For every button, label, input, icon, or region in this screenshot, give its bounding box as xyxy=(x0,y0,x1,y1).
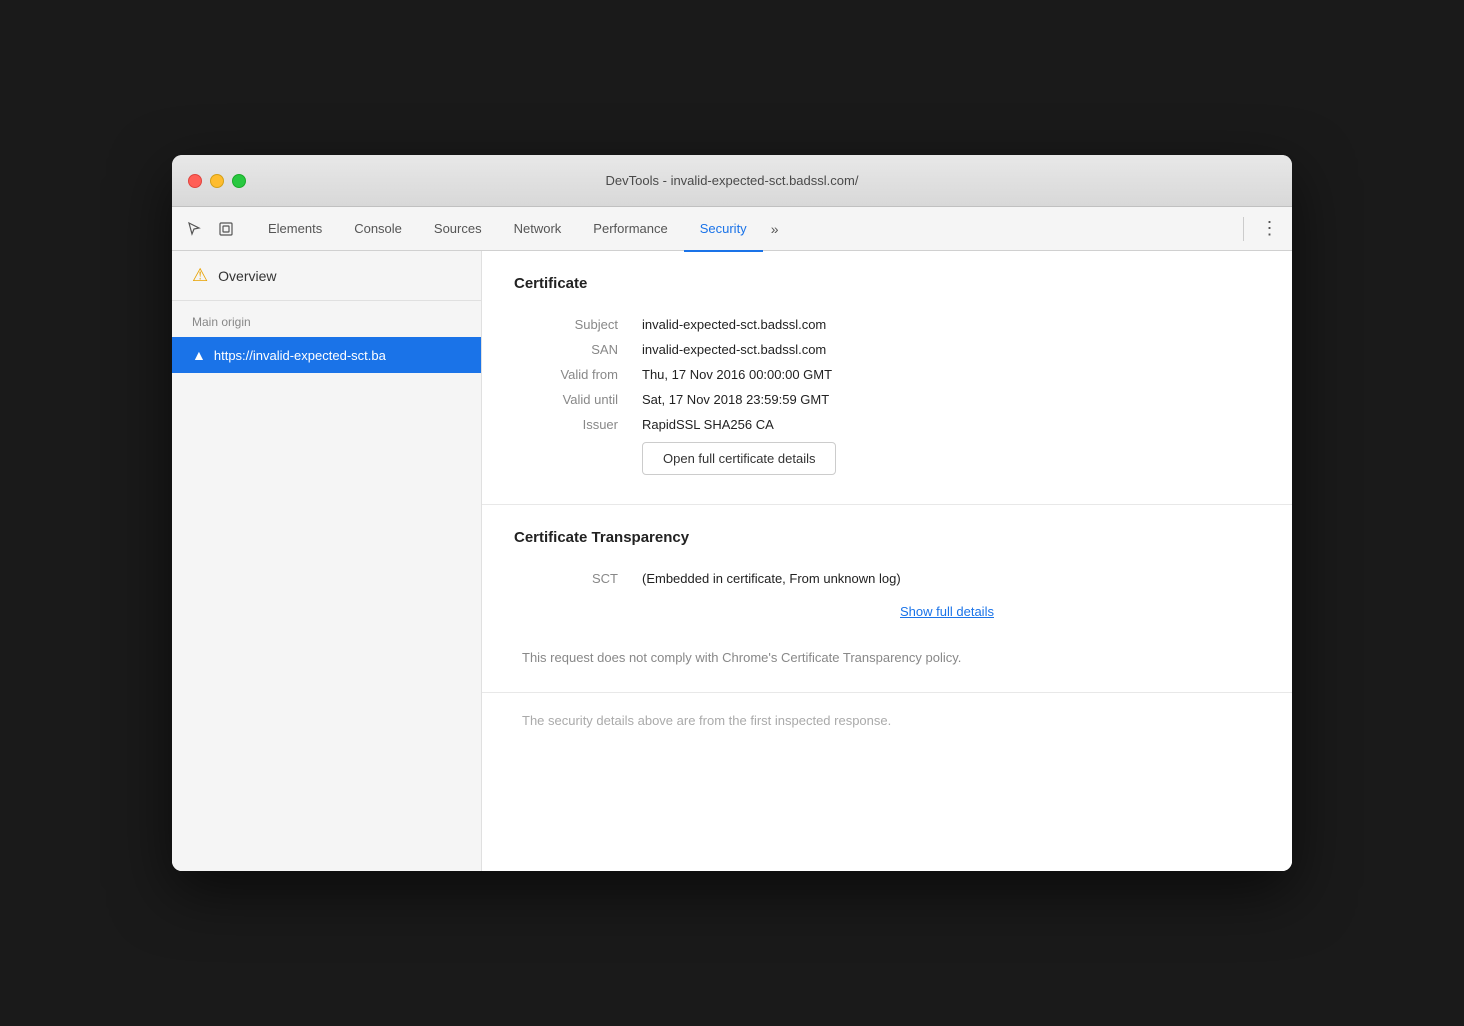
origin-url: https://invalid-expected-sct.ba xyxy=(214,348,386,363)
window-title: DevTools - invalid-expected-sct.badssl.c… xyxy=(606,173,859,188)
footer-section: The security details above are from the … xyxy=(482,693,1292,748)
sct-value: (Embedded in certificate, From unknown l… xyxy=(634,566,1260,591)
transparency-section: Certificate Transparency SCT (Embedded i… xyxy=(482,505,1292,693)
table-row: Show full details xyxy=(514,591,1260,636)
table-row: Open full certificate details xyxy=(514,437,1260,480)
table-row: SCT (Embedded in certificate, From unkno… xyxy=(514,566,1260,591)
certificate-table: Subject invalid-expected-sct.badssl.com … xyxy=(514,312,1260,480)
ct-warning-text: This request does not comply with Chrome… xyxy=(514,648,1260,668)
cert-san-value: invalid-expected-sct.badssl.com xyxy=(634,337,1260,362)
cursor-icon[interactable] xyxy=(180,215,208,243)
layers-icon[interactable] xyxy=(212,215,240,243)
show-full-details-cell: Show full details xyxy=(634,591,1260,636)
main-origin-label: Main origin xyxy=(172,301,481,337)
tab-console[interactable]: Console xyxy=(338,208,418,252)
table-row: Valid from Thu, 17 Nov 2016 00:00:00 GMT xyxy=(514,362,1260,387)
cert-valid-until-value: Sat, 17 Nov 2018 23:59:59 GMT xyxy=(634,387,1260,412)
sidebar-origin-item[interactable]: ▲ https://invalid-expected-sct.ba xyxy=(172,337,481,373)
certificate-title: Certificate xyxy=(514,275,1260,292)
devtools-window: DevTools - invalid-expected-sct.badssl.c… xyxy=(172,155,1292,871)
cert-san-label: SAN xyxy=(514,337,634,362)
transparency-title: Certificate Transparency xyxy=(514,529,1260,546)
tab-elements[interactable]: Elements xyxy=(252,208,338,252)
cert-valid-until-label: Valid until xyxy=(514,387,634,412)
tab-network[interactable]: Network xyxy=(498,208,578,252)
open-cert-button[interactable]: Open full certificate details xyxy=(642,442,836,475)
cert-subject-value: invalid-expected-sct.badssl.com xyxy=(634,312,1260,337)
origin-warning-icon: ▲ xyxy=(192,347,206,363)
maximize-button[interactable] xyxy=(232,174,246,188)
tab-sources[interactable]: Sources xyxy=(418,208,498,252)
sidebar-overview[interactable]: ⚠ Overview xyxy=(172,251,481,301)
table-row: Issuer RapidSSL SHA256 CA xyxy=(514,412,1260,437)
cert-valid-from-label: Valid from xyxy=(514,362,634,387)
toolbar-icons xyxy=(180,215,240,243)
more-options-button[interactable]: ⋮ xyxy=(1256,215,1284,243)
cert-btn-cell: Open full certificate details xyxy=(634,437,1260,480)
sidebar: ⚠ Overview Main origin ▲ https://invalid… xyxy=(172,251,482,871)
close-button[interactable] xyxy=(188,174,202,188)
footer-note: The security details above are from the … xyxy=(522,713,1252,728)
table-row: Subject invalid-expected-sct.badssl.com xyxy=(514,312,1260,337)
table-row: Valid until Sat, 17 Nov 2018 23:59:59 GM… xyxy=(514,387,1260,412)
tab-security[interactable]: Security xyxy=(684,208,763,252)
cert-issuer-value: RapidSSL SHA256 CA xyxy=(634,412,1260,437)
main-content: ⚠ Overview Main origin ▲ https://invalid… xyxy=(172,251,1292,871)
toolbar: Elements Console Sources Network Perform… xyxy=(172,207,1292,251)
minimize-button[interactable] xyxy=(210,174,224,188)
table-row: SAN invalid-expected-sct.badssl.com xyxy=(514,337,1260,362)
toolbar-right: ⋮ xyxy=(1239,215,1284,243)
title-bar: DevTools - invalid-expected-sct.badssl.c… xyxy=(172,155,1292,207)
detail-panel: Certificate Subject invalid-expected-sct… xyxy=(482,251,1292,871)
certificate-section: Certificate Subject invalid-expected-sct… xyxy=(482,251,1292,505)
toolbar-separator xyxy=(1243,217,1244,241)
cert-subject-label: Subject xyxy=(514,312,634,337)
overview-label: Overview xyxy=(218,268,276,284)
warning-icon: ⚠ xyxy=(192,265,208,286)
tab-performance[interactable]: Performance xyxy=(577,208,683,252)
show-full-details-link[interactable]: Show full details xyxy=(642,604,1252,619)
more-tabs-button[interactable]: » xyxy=(763,207,787,251)
ct-table: SCT (Embedded in certificate, From unkno… xyxy=(514,566,1260,636)
traffic-lights xyxy=(188,174,246,188)
sct-label: SCT xyxy=(514,566,634,591)
cert-valid-from-value: Thu, 17 Nov 2016 00:00:00 GMT xyxy=(634,362,1260,387)
tab-bar: Elements Console Sources Network Perform… xyxy=(252,207,1239,251)
cert-issuer-label: Issuer xyxy=(514,412,634,437)
